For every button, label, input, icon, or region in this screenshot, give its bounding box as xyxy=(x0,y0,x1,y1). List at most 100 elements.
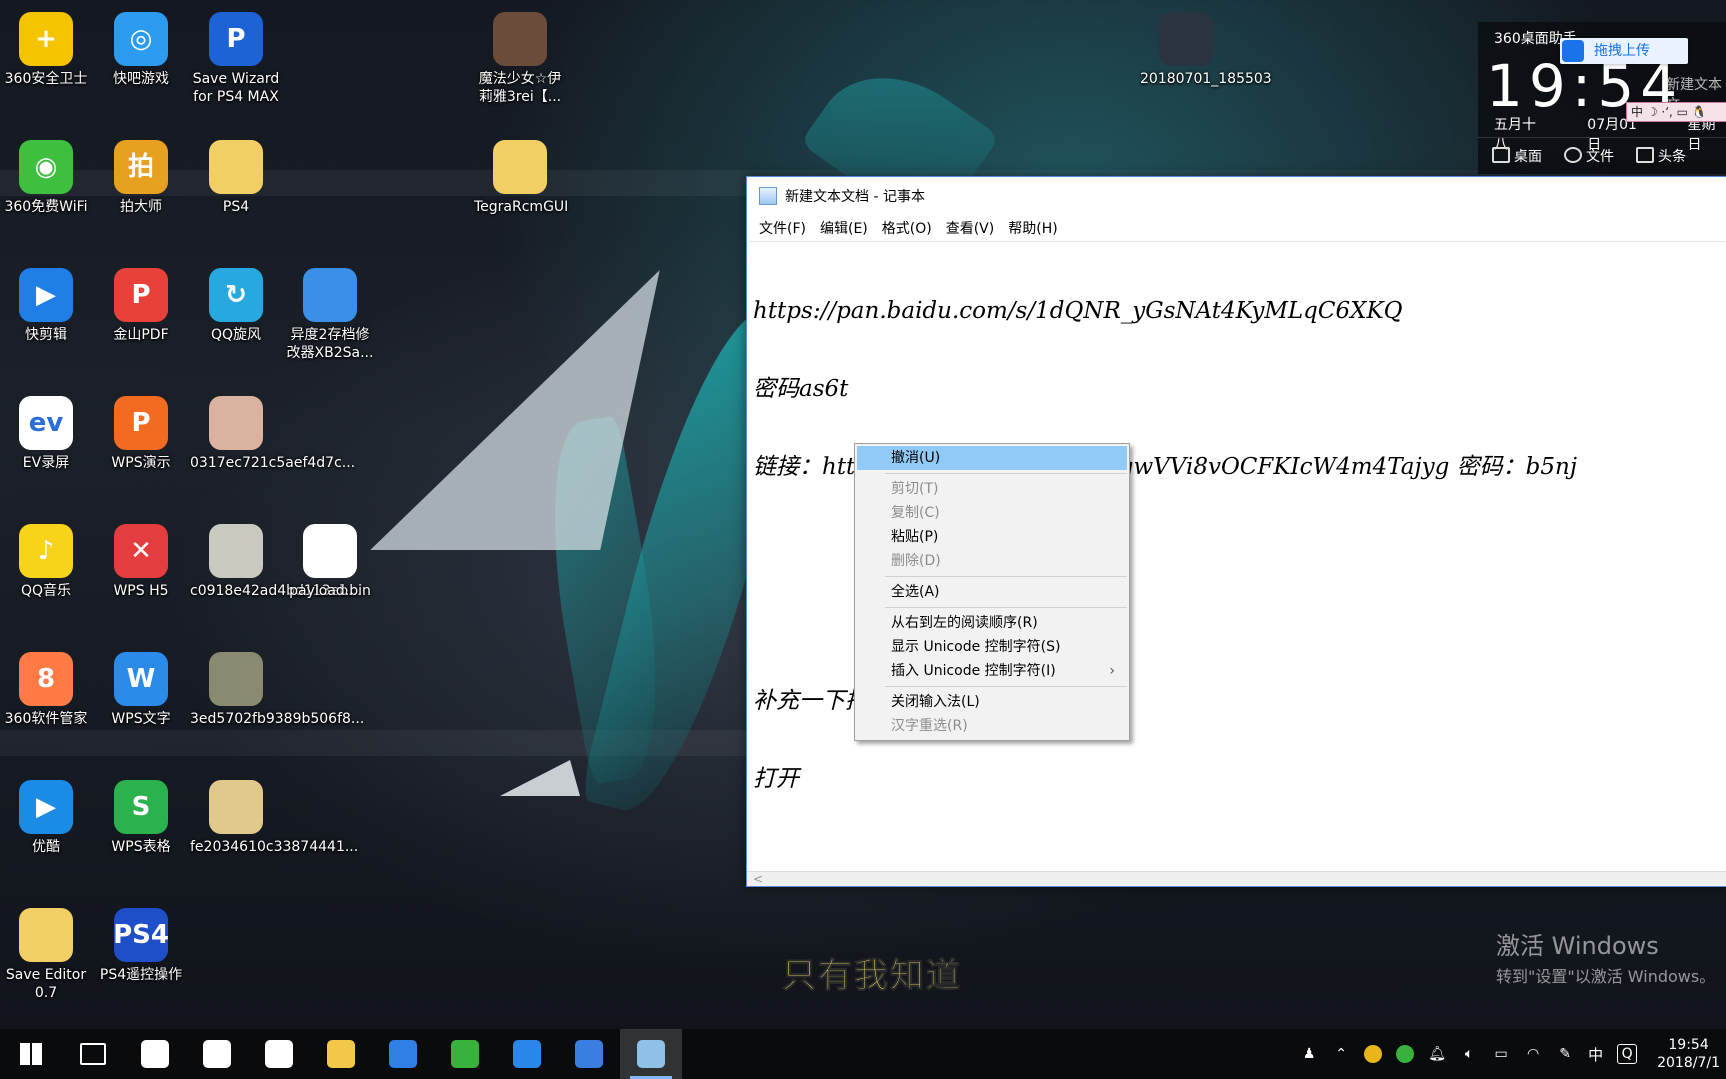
taskbar-baidu-netdisk-button[interactable] xyxy=(372,1029,434,1079)
task-view-icon xyxy=(80,1043,106,1065)
pen-icon[interactable]: ✎ xyxy=(1556,1045,1574,1063)
activate-hint: 转到"设置"以激活 Windows。 xyxy=(1496,967,1716,986)
taskbar-pinwheel-button[interactable] xyxy=(124,1029,186,1079)
desktop-icon[interactable]: W WPS文字 xyxy=(95,652,187,728)
taskbar-kuaijianji-button[interactable] xyxy=(496,1029,558,1079)
ime-toolbar[interactable]: 中 ☽ ·ʻ, ▭ 🐧 xyxy=(1626,102,1726,122)
desktop-icon[interactable]: PS4 xyxy=(190,140,282,216)
app-icon: 8 xyxy=(19,652,73,706)
context-menu-item[interactable]: 显示 Unicode 控制字符(S) xyxy=(857,635,1127,659)
desktop-icon[interactable]: ev EV录屏 xyxy=(0,396,92,472)
desktop-icon[interactable]: 异度2存档修改器XB2Sa... xyxy=(284,268,376,362)
widget-news-button[interactable]: 头条 xyxy=(1636,146,1686,166)
desktop-icon[interactable]: Save Editor 0.7 xyxy=(0,908,92,1002)
taskbar-360-browser-button[interactable] xyxy=(434,1029,496,1079)
qq-tray-icon[interactable]: Q xyxy=(1617,1044,1638,1064)
desktop-icon[interactable]: fe2034610c33874441... xyxy=(190,780,358,856)
taskbar-clock[interactable]: 19:54 2018/7/1 xyxy=(1657,1036,1720,1072)
desktop-icon[interactable]: ◉ 360免费WiFi xyxy=(0,140,92,216)
desktop-icon[interactable]: P WPS演示 xyxy=(95,396,187,472)
baidu-netdisk-icon xyxy=(389,1040,417,1068)
menu-file[interactable]: 文件(F) xyxy=(753,218,814,238)
context-menu-item-label: 剪切(T) xyxy=(891,481,939,497)
desktop-icon[interactable]: ◎ 快吧游戏 xyxy=(95,12,187,88)
desktop-icon-label: WPS文字 xyxy=(111,711,171,727)
battery-icon[interactable]: ▭ xyxy=(1492,1045,1510,1063)
menu-help[interactable]: 帮助(H) xyxy=(1002,218,1065,238)
desktop-icon[interactable]: TegraRcmGUI xyxy=(474,140,568,216)
app-icon: S xyxy=(114,780,168,834)
menu-edit[interactable]: 编辑(E) xyxy=(814,218,876,238)
context-menu-item[interactable]: 粘贴(P) xyxy=(857,525,1127,549)
desktop-icon[interactable]: ✕ WPS H5 xyxy=(95,524,187,600)
wifi-icon[interactable]: ◠ xyxy=(1524,1045,1542,1063)
chevron-up-icon[interactable]: ⌃ xyxy=(1332,1045,1350,1063)
volume-icon[interactable]: 🔈︎ xyxy=(1460,1045,1478,1063)
edit-context-menu: 撤消(U) 剪切(T) 复制(C) 粘贴(P) 删除(D) 全选(A) 从右到左的阅读顺序(… xyxy=(854,443,1130,741)
taskbar-apps xyxy=(0,1029,682,1079)
desktop-icon[interactable]: 8 360软件管家 xyxy=(0,652,92,728)
desktop-icon[interactable]: payload.bin xyxy=(284,524,376,600)
taskbar-internet-explorer-button[interactable] xyxy=(186,1029,248,1079)
context-menu-item[interactable]: 撤消(U) xyxy=(857,446,1127,470)
desktop-icon[interactable]: ♪ QQ音乐 xyxy=(0,524,92,600)
app-icon: ◉ xyxy=(19,140,73,194)
app-icon xyxy=(493,12,547,66)
desktop-icon-label: 快吧游戏 xyxy=(113,71,169,87)
desktop-icon[interactable]: P Save Wizard for PS4 MAX xyxy=(190,12,282,106)
desktop-icon[interactable]: +360安全卫士 xyxy=(0,12,92,88)
context-menu-item[interactable]: 插入 Unicode 控制字符(I) › xyxy=(857,659,1127,683)
menu-format[interactable]: 格式(O) xyxy=(876,218,940,238)
horizontal-scrollbar[interactable]: < xyxy=(747,871,1726,886)
context-menu-item-label: 删除(D) xyxy=(891,553,941,569)
taskbar-file-explorer-button[interactable] xyxy=(310,1029,372,1079)
desktop-icon-label: WPS表格 xyxy=(111,839,171,855)
360-browser-tray-icon[interactable] xyxy=(1396,1045,1415,1063)
360-safe-tray-icon[interactable] xyxy=(1364,1045,1383,1063)
desktop-icon[interactable]: ▶ 快剪辑 xyxy=(0,268,92,344)
taskbar-windows-start-button[interactable] xyxy=(0,1029,62,1079)
desktop-icon[interactable]: 魔法少女☆伊莉雅3rei【... xyxy=(474,12,566,106)
taskbar-task-view-button[interactable] xyxy=(62,1029,124,1079)
desktop-icon-label: 360免费WiFi xyxy=(4,199,88,215)
context-menu-item[interactable]: 从右到左的阅读顺序(R) xyxy=(857,611,1127,635)
context-menu-item-label: 复制(C) xyxy=(891,505,940,521)
activate-title: 激活 Windows xyxy=(1496,932,1659,960)
app-icon xyxy=(1159,12,1213,66)
desktop-icon[interactable]: c0918e42ad4bd113eb... xyxy=(190,524,361,600)
desktop-icon-label: WPS H5 xyxy=(113,583,169,599)
windows-start-icon xyxy=(20,1043,42,1065)
desktop-icon[interactable]: 0317ec721c5aef4d7c... xyxy=(190,396,355,472)
taskbar-mail-button[interactable] xyxy=(248,1029,310,1079)
scroll-left-arrow[interactable]: < xyxy=(753,872,763,886)
widget-desktop-button[interactable]: 桌面 xyxy=(1492,146,1542,166)
widget-file-button[interactable]: 文件 xyxy=(1564,146,1614,166)
taskbar-archive-button[interactable] xyxy=(558,1029,620,1079)
notepad-titlebar[interactable]: 新建文本文档 - 记事本 xyxy=(747,177,1726,215)
desktop-icon[interactable]: ▶ 优酷 xyxy=(0,780,92,856)
bell-icon[interactable]: 🔔︎ xyxy=(1428,1045,1446,1063)
desktop-icon[interactable]: 20180701_185503 xyxy=(1140,12,1272,88)
context-menu-item[interactable]: 关闭输入法(L) xyxy=(857,690,1127,714)
desktop-icon-label: 360软件管家 xyxy=(4,711,88,727)
menu-view[interactable]: 查看(V) xyxy=(940,218,1003,238)
menu-separator xyxy=(885,473,1127,474)
desktop-icon[interactable]: PS4 PS4遥控操作 xyxy=(95,908,187,984)
context-menu-item: 删除(D) xyxy=(857,549,1127,573)
drag-upload-button[interactable]: 拖拽上传 xyxy=(1560,38,1688,64)
desktop-icon[interactable]: 3ed5702fb9389b506f8... xyxy=(190,652,365,728)
context-menu-item-label: 汉字重选(R) xyxy=(891,718,968,734)
context-menu-item[interactable]: 全选(A) xyxy=(857,580,1127,604)
desktop-icon[interactable]: P 金山PDF xyxy=(95,268,187,344)
taskbar-notepad-button[interactable] xyxy=(620,1029,682,1079)
people-icon[interactable]: ♟ xyxy=(1300,1045,1318,1063)
file-explorer-icon xyxy=(327,1040,355,1068)
app-icon xyxy=(209,524,263,578)
desktop-icon-label: QQ旋风 xyxy=(210,327,262,343)
ime-indicator[interactable]: 中 xyxy=(1588,1044,1603,1065)
app-icon xyxy=(303,524,357,578)
desktop-icon[interactable]: S WPS表格 xyxy=(95,780,187,856)
desktop-icon[interactable]: ↻ QQ旋风 xyxy=(190,268,282,344)
desktop-icon[interactable]: 拍拍大师 xyxy=(95,140,187,216)
desktop-icon-label: 3ed5702fb9389b506f8... xyxy=(190,711,365,727)
